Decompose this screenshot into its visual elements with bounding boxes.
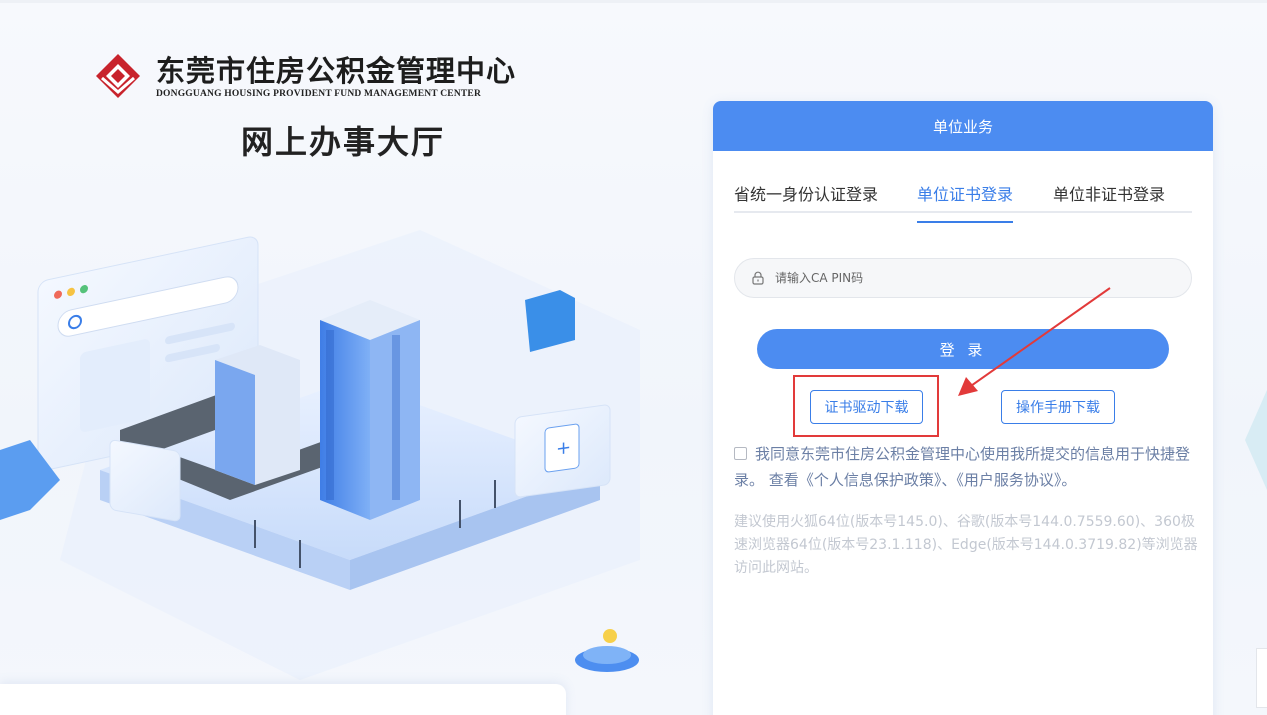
login-button[interactable]: 登 录	[757, 329, 1169, 369]
right-edge-widget	[1256, 648, 1267, 708]
logo-subtitle: DONGGUANG HOUSING PROVIDENT FUND MANAGEM…	[156, 88, 482, 99]
agree-period: 。	[1061, 471, 1077, 489]
manual-download-button[interactable]: 操作手册下载	[1001, 390, 1115, 424]
top-border	[0, 0, 1267, 3]
city-illustration: +	[0, 230, 640, 680]
svg-text:+: +	[556, 437, 571, 460]
agree-view-label: 查看	[768, 471, 799, 489]
ca-pin-input[interactable]	[775, 271, 1175, 285]
panel-header: 单位业务	[713, 101, 1213, 151]
cert-driver-download-button[interactable]: 证书驱动下载	[810, 390, 923, 424]
agree-separator: 、	[941, 471, 957, 489]
browser-hint: 建议使用火狐64位(版本号145.0)、谷歌(版本号144.0.7559.60)…	[734, 514, 1198, 576]
logo: 东莞市住房公积金管理中心 DONGGUANG HOUSING PROVIDENT…	[94, 52, 516, 100]
login-panel: 单位业务 省统一身份认证登录 单位证书登录 单位非证书登录 登 录 证书驱动下载…	[713, 101, 1213, 715]
hall-title: 网上办事大厅	[241, 123, 446, 161]
login-tabs: 省统一身份认证登录 单位证书登录 单位非证书登录	[734, 181, 1192, 223]
lock-icon	[752, 271, 764, 285]
agreement: 我同意东莞市住房公积金管理中心使用我所提交的信息用于快捷登录。 查看《个人信息保…	[734, 441, 1194, 493]
tab-unit-certificate[interactable]: 单位证书登录	[917, 181, 1014, 223]
user-agreement-link[interactable]: 《用户服务协议》	[956, 471, 1061, 489]
tab-province-identity[interactable]: 省统一身份认证登录	[734, 181, 878, 211]
agree-checkbox[interactable]	[734, 447, 747, 460]
privacy-policy-link[interactable]: 《个人信息保护政策》	[799, 471, 942, 489]
logo-emblem-icon	[96, 54, 140, 98]
logo-title: 东莞市住房公积金管理中心	[156, 53, 517, 88]
ca-pin-field[interactable]	[734, 258, 1192, 298]
tab-unit-non-certificate[interactable]: 单位非证书登录	[1053, 181, 1165, 211]
bottom-card	[0, 684, 566, 715]
right-edge-decoration	[1245, 390, 1267, 490]
